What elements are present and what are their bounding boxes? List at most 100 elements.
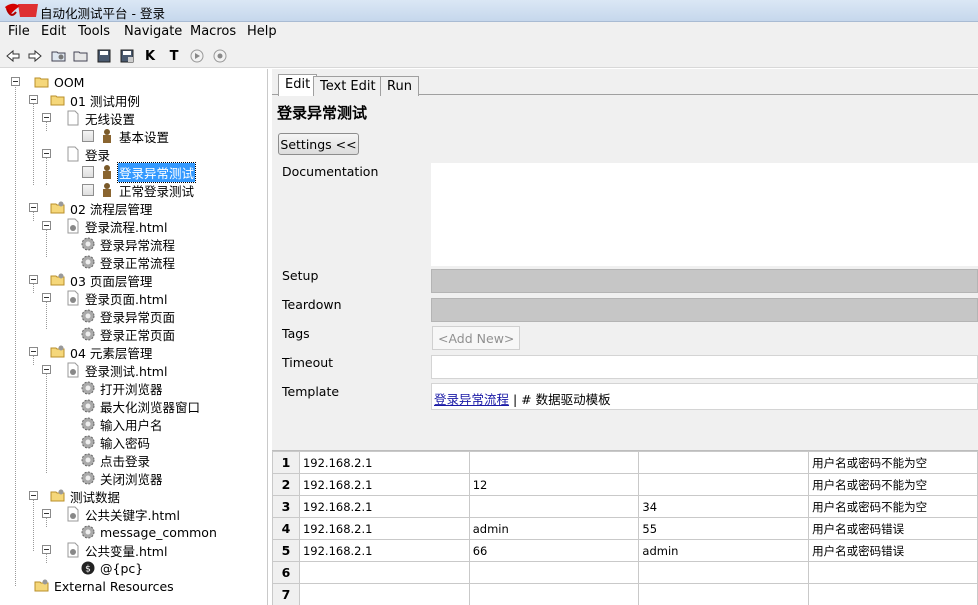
setup-field[interactable] [431,269,978,293]
menu-navigate[interactable]: Navigate [124,24,182,39]
table-cell[interactable]: 192.168.2.1 [298,539,470,562]
tree-node-basic-settings[interactable]: 基本设置 [82,127,170,145]
table-cell[interactable] [638,451,810,474]
settings-toggle-button[interactable]: Settings << [278,133,359,155]
keyword-search-button[interactable]: K [141,47,159,65]
tree-node-page-layer[interactable]: 03 页面层管理 [50,271,153,289]
table-cell[interactable]: 用户名或密码不能为空 [808,473,978,496]
tree-node-abnormal-page[interactable]: 登录异常页面 [80,307,176,325]
save-all-icon[interactable] [118,47,136,65]
tree-node-external-resources[interactable]: External Resources [34,577,175,595]
table-cell[interactable] [468,583,640,605]
expander-03[interactable] [29,275,38,284]
table-cell[interactable]: 34 [638,495,810,518]
expander-common-vars[interactable] [42,545,51,554]
tree-node-login-abnormal[interactable]: 登录异常测试 [82,161,197,183]
tree-node-login[interactable]: 登录 [65,145,111,163]
documentation-field[interactable] [431,163,978,266]
table-cell[interactable] [638,561,810,584]
tree-node-test-html[interactable]: 登录测试.html [65,361,168,379]
tree-node-element-layer[interactable]: 04 元素层管理 [50,343,153,361]
expander-02[interactable] [29,203,38,212]
tree-node-flow-html[interactable]: 登录流程.html [65,217,168,235]
tree-node-normal-flow[interactable]: 登录正常流程 [80,253,176,271]
table-cell[interactable]: 55 [638,517,810,540]
row-number[interactable]: 2 [272,473,300,496]
forward-arrow-icon[interactable] [26,47,44,65]
expander-root[interactable] [11,77,20,86]
template-field[interactable]: 登录异常流程 | # 数据驱动模板 [431,383,978,410]
menu-file[interactable]: File [8,24,30,39]
tree-node-click-login[interactable]: 点击登录 [80,451,151,469]
testcase-checkbox[interactable] [82,184,94,196]
table-cell[interactable]: 192.168.2.1 [298,517,470,540]
table-cell[interactable] [468,561,640,584]
tree-node-open-browser[interactable]: 打开浏览器 [80,379,164,397]
table-cell[interactable] [298,583,470,605]
table-cell[interactable]: 192.168.2.1 [298,451,470,474]
table-cell[interactable] [638,583,810,605]
tree-node-root[interactable]: OOM [34,73,85,91]
tree-node-variable-pc[interactable]: $ @{pc} [80,559,144,577]
timeout-field[interactable] [431,355,978,379]
tree-node-abnormal-flow[interactable]: 登录异常流程 [80,235,176,253]
tree-node-wireless[interactable]: 无线设置 [65,109,136,127]
row-number[interactable]: 6 [272,561,300,584]
testcase-checkbox[interactable] [82,166,94,178]
row-number[interactable]: 3 [272,495,300,518]
table-cell[interactable]: 66 [468,539,640,562]
expander-testdata[interactable] [29,491,38,500]
test-search-button[interactable]: T [165,47,183,65]
tree-node-input-password[interactable]: 输入密码 [80,433,151,451]
tab-edit[interactable]: Edit [278,74,318,96]
expander-common-keywords[interactable] [42,509,51,518]
tab-text-edit[interactable]: Text Edit [313,76,383,96]
row-number[interactable]: 7 [272,583,300,605]
tree-node-test-data[interactable]: 测试数据 [50,487,121,505]
testcase-checkbox[interactable] [82,130,94,142]
row-number[interactable]: 5 [272,539,300,562]
expander-04[interactable] [29,347,38,356]
table-cell[interactable]: 192.168.2.1 [298,473,470,496]
tree-node-login-normal[interactable]: 正常登录测试 [82,181,195,199]
table-cell[interactable] [468,451,640,474]
row-number[interactable]: 4 [272,517,300,540]
table-cell[interactable]: 用户名或密码不能为空 [808,451,978,474]
expander-page-html[interactable] [42,293,51,302]
expander-01[interactable] [29,95,38,104]
expander-test-html[interactable] [42,365,51,374]
table-cell[interactable]: 用户名或密码错误 [808,517,978,540]
tree-node-flow-layer[interactable]: 02 流程层管理 [50,199,153,217]
tree-node-normal-page[interactable]: 登录正常页面 [80,325,176,343]
expander-login[interactable] [42,149,51,158]
table-cell[interactable] [298,561,470,584]
table-cell[interactable]: 用户名或密码不能为空 [808,495,978,518]
tree-node-input-username[interactable]: 输入用户名 [80,415,164,433]
tree-node-maximize-browser[interactable]: 最大化浏览器窗口 [80,397,201,415]
open-project-icon[interactable] [50,47,68,65]
table-cell[interactable]: 192.168.2.1 [298,495,470,518]
table-cell[interactable] [638,473,810,496]
tree-node-message-common[interactable]: message_common [80,523,218,541]
table-cell[interactable] [808,583,978,605]
open-folder-icon[interactable] [72,47,90,65]
table-cell[interactable] [468,495,640,518]
row-number[interactable]: 1 [272,451,300,474]
expander-wireless[interactable] [42,113,51,122]
tab-run[interactable]: Run [380,76,419,96]
stop-icon[interactable] [211,47,229,65]
save-icon[interactable] [95,47,113,65]
tree-node-close-browser[interactable]: 关闭浏览器 [80,469,164,487]
menu-help[interactable]: Help [247,24,277,39]
tree-node-testcases[interactable]: 01 测试用例 [50,91,141,109]
menu-macros[interactable]: Macros [190,24,236,39]
run-icon[interactable] [188,47,206,65]
table-cell[interactable]: 12 [468,473,640,496]
expander-flow-html[interactable] [42,221,51,230]
menu-edit[interactable]: Edit [41,24,66,39]
template-keyword-link[interactable]: 登录异常流程 [434,392,509,407]
tree-node-common-vars[interactable]: 公共变量.html [65,541,168,559]
table-cell[interactable]: 用户名或密码错误 [808,539,978,562]
table-cell[interactable]: admin [468,517,640,540]
table-cell[interactable]: admin [638,539,810,562]
